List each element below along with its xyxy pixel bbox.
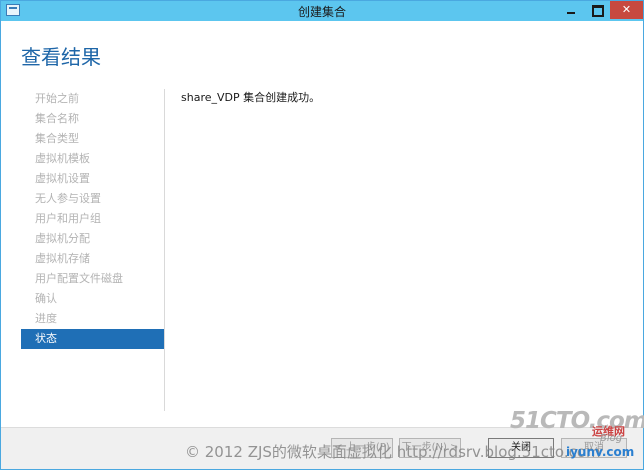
watermark-blog: Blog bbox=[600, 433, 623, 444]
nav-item-confirmation[interactable]: 确认 bbox=[21, 289, 164, 309]
nav-item-vm-allocation[interactable]: 虚拟机分配 bbox=[21, 229, 164, 249]
status-message: share_VDP 集合创建成功。 bbox=[181, 91, 321, 104]
page-title: 查看结果 bbox=[21, 45, 101, 69]
nav-divider bbox=[164, 89, 165, 411]
nav-item-collection-type[interactable]: 集合类型 bbox=[21, 129, 164, 149]
nav-item-unattended-settings[interactable]: 无人参与设置 bbox=[21, 189, 164, 209]
nav-item-vm-storage[interactable]: 虚拟机存储 bbox=[21, 249, 164, 269]
nav-item-user-profile-disks[interactable]: 用户配置文件磁盘 bbox=[21, 269, 164, 289]
nav-item-users-and-groups[interactable]: 用户和用户组 bbox=[21, 209, 164, 229]
window-title: 创建集合 bbox=[297, 5, 346, 19]
nav-item-status[interactable]: 状态 bbox=[21, 329, 164, 349]
maximize-button[interactable] bbox=[584, 1, 610, 19]
wizard-steps-nav: 开始之前 集合名称 集合类型 虚拟机模板 虚拟机设置 无人参与设置 用户和用户组… bbox=[21, 89, 164, 349]
nav-item-vm-settings[interactable]: 虚拟机设置 bbox=[21, 169, 164, 189]
nav-item-collection-name[interactable]: 集合名称 bbox=[21, 109, 164, 129]
minimize-button[interactable] bbox=[558, 1, 584, 19]
nav-item-before-you-begin[interactable]: 开始之前 bbox=[21, 89, 164, 109]
create-collection-window: 创建集合 ✕ 查看结果 开始之前 集合名称 集合类型 虚拟机模板 虚拟机设置 无… bbox=[0, 0, 644, 470]
watermark-url: iyunv.com bbox=[566, 445, 635, 459]
nav-item-vm-template[interactable]: 虚拟机模板 bbox=[21, 149, 164, 169]
nav-item-progress[interactable]: 进度 bbox=[21, 309, 164, 329]
close-icon[interactable]: ✕ bbox=[610, 1, 643, 19]
title-bar[interactable]: 创建集合 ✕ bbox=[1, 1, 643, 21]
watermark-copyright: © 2012 ZJS的微软桌面虚拟化 http://rdsrv.blog.51c… bbox=[185, 443, 601, 461]
